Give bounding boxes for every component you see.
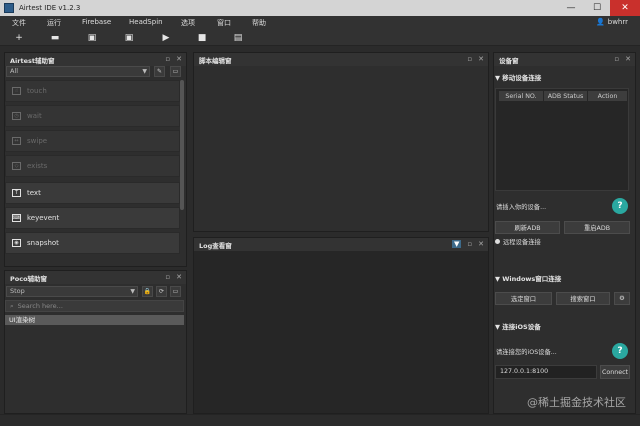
refresh-adb-button[interactable]: 刷新ADB [495, 221, 560, 234]
script-editor-panel[interactable]: 脚本编辑窗 ▫ ✕ [193, 52, 489, 232]
wait-icon: ◷ [12, 112, 21, 120]
refresh-icon[interactable]: ⟳ [156, 286, 167, 297]
search-window-button[interactable]: 搜索窗口 [556, 292, 610, 305]
close-icon[interactable]: ✕ [610, 0, 640, 16]
panel-header: Log查看窗 ▼ ▫ ✕ [194, 238, 488, 251]
exists-icon: ◇ [12, 162, 21, 170]
search-input[interactable]: ⌕ Search here... [5, 300, 184, 312]
close-icon[interactable]: ✕ [478, 240, 484, 248]
command-text[interactable]: Ttext [5, 182, 180, 204]
float-icon[interactable]: ▫ [614, 55, 619, 63]
command-wait[interactable]: ◷ wait [5, 105, 180, 127]
panel-title: Log查看窗 [199, 241, 232, 250]
minimize-icon[interactable]: — [558, 0, 584, 16]
user-name: bwhrr [607, 18, 628, 26]
help-icon[interactable]: ? [612, 343, 628, 359]
device-prompt: 请插入你的设备... [496, 204, 547, 211]
close-icon[interactable]: ✕ [176, 55, 182, 63]
menu-options[interactable]: 选项 [181, 18, 195, 28]
radio-icon[interactable] [495, 239, 500, 244]
chevron-down-icon: ▼ [142, 68, 147, 75]
search-icon: ⌕ [10, 301, 14, 310]
restart-adb-button[interactable]: 重启ADB [564, 221, 630, 234]
window-title: Airtest IDE v1.2.3 [19, 4, 81, 12]
swipe-icon: ↔ [12, 137, 21, 145]
lock-icon[interactable]: 🔒 [142, 286, 153, 297]
windows-section-title[interactable]: ▼ Windows窗口连接 [495, 273, 561, 283]
panel-title: Poco辅助窗 [10, 274, 48, 283]
menu-help[interactable]: 帮助 [252, 18, 266, 28]
menu-firebase[interactable]: Firebase [82, 18, 111, 26]
screen-icon[interactable]: ▭ [170, 286, 181, 297]
log-panel[interactable]: Log查看窗 ▼ ▫ ✕ [193, 237, 489, 414]
ios-section-title[interactable]: ▼ 连接iOS设备 [495, 321, 541, 331]
column-serial: Serial NO. [499, 91, 543, 101]
column-adb-status: ADB Status [544, 91, 587, 101]
keyboard-icon: ⌨ [12, 214, 21, 222]
close-icon[interactable]: ✕ [176, 273, 182, 281]
plus-icon[interactable]: + [14, 33, 24, 43]
command-snapshot[interactable]: ◉ snapshot [5, 232, 180, 254]
panel-header: Airtest辅助窗 ▫ ✕ [5, 53, 186, 66]
camera-icon: ◉ [12, 239, 21, 247]
command-exists[interactable]: ◇ exists [5, 155, 180, 177]
maximize-icon[interactable]: ☐ [584, 0, 610, 16]
command-swipe[interactable]: ↔ swipe [5, 130, 180, 152]
menu-bar: 文件 运行 Firebase HeadSpin 选项 窗口 帮助 👤 bwhrr [0, 16, 640, 30]
float-icon[interactable]: ▫ [467, 240, 472, 248]
help-icon[interactable]: ? [612, 198, 628, 214]
chevron-down-icon: ▼ [130, 288, 135, 295]
scrollbar[interactable] [180, 80, 184, 210]
edit-icon[interactable]: ✎ [154, 66, 165, 77]
close-icon[interactable]: ✕ [478, 55, 484, 63]
mobile-section-title[interactable]: ▼ 移动设备连接 [495, 72, 541, 82]
menu-run[interactable]: 运行 [47, 18, 61, 28]
filter-select[interactable]: All ▼ [6, 66, 150, 77]
panel-header: Poco辅助窗 ▫ ✕ [5, 271, 186, 284]
toolbar: + ▬ ▣ ▣ ▶ ■ ▤ [0, 30, 640, 46]
ios-prompt: 请连接您的iOS设备... [496, 349, 557, 356]
play-icon[interactable]: ▶ [161, 33, 171, 43]
menu-window[interactable]: 窗口 [217, 18, 231, 28]
command-keyevent[interactable]: ⌨ keyevent [5, 207, 180, 229]
menu-file[interactable]: 文件 [12, 18, 26, 28]
user-icon: 👤 [596, 18, 605, 26]
app-logo-icon [4, 3, 14, 13]
panel-title: 脚本编辑窗 [199, 56, 232, 65]
ios-address-input[interactable]: 127.0.0.1:8100 [495, 365, 597, 379]
panel-title: Airtest辅助窗 [10, 56, 55, 65]
ui-tree-root[interactable]: UI渲染树 [5, 315, 184, 325]
panel-header: 脚本编辑窗 ▫ ✕ [194, 53, 488, 66]
command-touch[interactable]: ☝ touch [5, 80, 180, 102]
remote-connect-label[interactable]: 远程设备连接 [503, 237, 541, 246]
poco-mode-select[interactable]: Stop ▼ [6, 286, 138, 297]
folder-icon[interactable]: ▬ [50, 33, 60, 43]
report-icon[interactable]: ▤ [233, 33, 243, 43]
gear-icon[interactable]: ⚙ [614, 292, 630, 305]
status-bar [0, 414, 640, 426]
save-icon[interactable]: ▣ [87, 33, 97, 43]
text-icon: T [12, 189, 21, 197]
column-action: Action [588, 91, 627, 101]
close-icon[interactable]: ✕ [625, 55, 631, 63]
watermark: @稀土掘金技术社区 [527, 396, 626, 409]
filter-icon[interactable]: ▼ [451, 240, 462, 248]
touch-icon: ☝ [12, 87, 21, 95]
device-table[interactable]: Serial NO. ADB Status Action [495, 88, 629, 191]
float-icon[interactable]: ▫ [467, 55, 472, 63]
float-icon[interactable]: ▫ [165, 55, 170, 63]
float-icon[interactable]: ▫ [165, 273, 170, 281]
connect-button[interactable]: Connect [600, 365, 630, 379]
stop-icon[interactable]: ■ [197, 33, 207, 43]
select-window-button[interactable]: 选定窗口 [495, 292, 552, 305]
image-icon[interactable]: ▭ [170, 66, 181, 77]
save-as-icon[interactable]: ▣ [124, 33, 134, 43]
panel-title: 设备窗 [499, 56, 519, 65]
title-bar: Airtest IDE v1.2.3 — ☐ ✕ [0, 0, 640, 16]
panel-header: 设备窗 ▫ ✕ [494, 53, 635, 66]
user-account[interactable]: 👤 bwhrr [596, 18, 628, 26]
menu-headspin[interactable]: HeadSpin [129, 18, 163, 26]
